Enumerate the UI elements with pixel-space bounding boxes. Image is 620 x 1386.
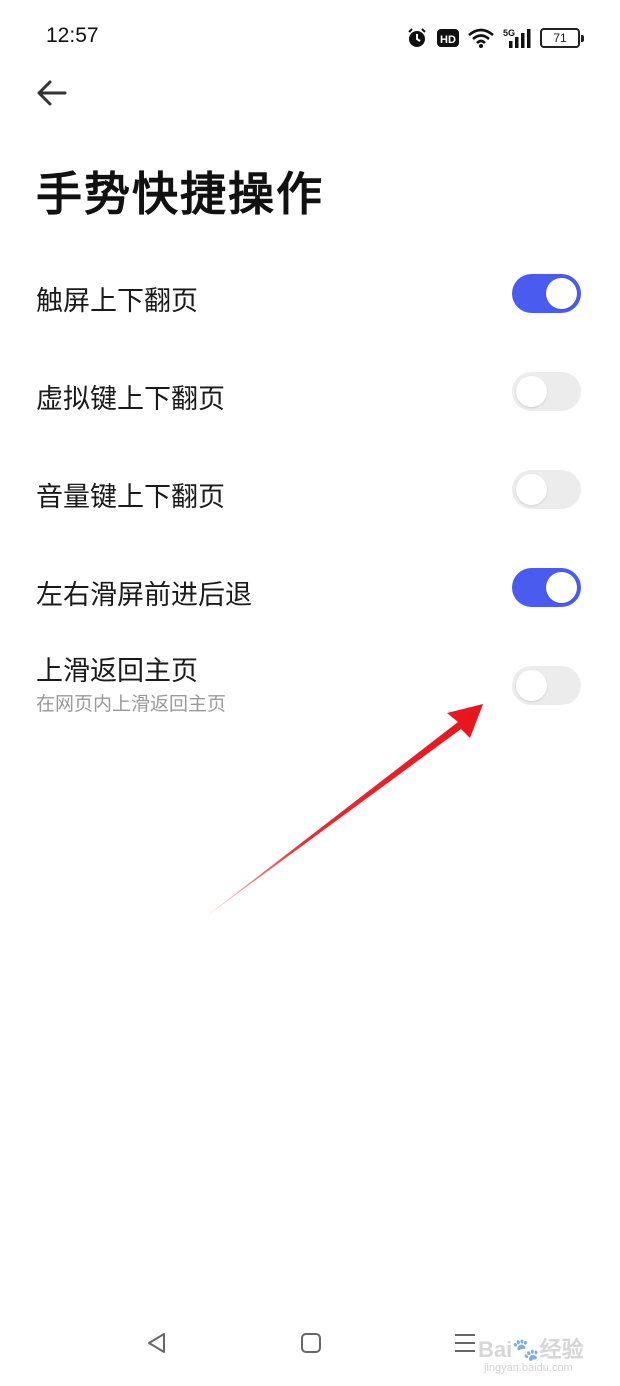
hd-badge-text: HD xyxy=(440,34,456,46)
setting-label: 虚拟键上下翻页 xyxy=(36,384,225,415)
battery-level: 71 xyxy=(553,31,567,45)
status-icons: HD 5G 71 xyxy=(406,25,584,51)
toggle-switch[interactable] xyxy=(512,568,581,607)
toggle-switch[interactable] xyxy=(512,372,581,411)
setting-row-swipe-forward-back[interactable]: 左右滑屏前进后退 xyxy=(0,539,620,637)
setting-label: 音量键上下翻页 xyxy=(36,482,225,513)
status-time: 12:57 xyxy=(46,24,99,47)
watermark-url: jingyan.baidu.com xyxy=(484,1362,573,1374)
toggle-knob xyxy=(546,572,577,603)
back-triangle-icon xyxy=(146,1332,168,1358)
setting-row-volume-key-page-turn[interactable]: 音量键上下翻页 xyxy=(0,441,620,539)
baidu-watermark: Bai🐾经验 xyxy=(478,1332,584,1364)
nav-home-button[interactable] xyxy=(296,1330,326,1360)
toggle-switch[interactable] xyxy=(512,666,581,705)
settings-list: 触屏上下翻页 虚拟键上下翻页 音量键上下翻页 左右滑屏前进后退 上滑返回主页 在… xyxy=(0,245,620,735)
setting-row-touch-page-turn[interactable]: 触屏上下翻页 xyxy=(0,245,620,343)
watermark-brand: Bai xyxy=(478,1337,513,1362)
setting-sublabel: 在网页内上滑返回主页 xyxy=(36,693,227,715)
watermark-brand-cn: 经验 xyxy=(539,1337,584,1362)
back-button[interactable] xyxy=(28,72,74,118)
home-square-icon xyxy=(300,1332,322,1358)
signal-icon: 5G xyxy=(503,27,531,49)
toggle-knob xyxy=(546,278,577,309)
toggle-switch[interactable] xyxy=(512,274,581,313)
battery-icon: 71 xyxy=(540,28,584,48)
hd-icon: HD xyxy=(437,28,459,48)
arrow-left-icon xyxy=(35,79,67,111)
toggle-knob xyxy=(516,376,547,407)
setting-row-swipe-up-home[interactable]: 上滑返回主页 在网页内上滑返回主页 xyxy=(0,637,620,735)
paw-icon: 🐾 xyxy=(512,1337,540,1362)
setting-label: 上滑返回主页 xyxy=(36,656,198,687)
alarm-icon xyxy=(406,27,428,49)
network-type-text: 5G xyxy=(503,28,515,38)
setting-label: 左右滑屏前进后退 xyxy=(36,580,252,611)
toggle-switch[interactable] xyxy=(512,470,581,509)
wifi-icon xyxy=(468,28,494,48)
setting-row-virtual-key-page-turn[interactable]: 虚拟键上下翻页 xyxy=(0,343,620,441)
menu-icon xyxy=(453,1332,477,1358)
status-bar: 12:57 HD 5G 71 xyxy=(0,0,620,76)
toggle-knob xyxy=(516,670,547,701)
nav-menu-button[interactable] xyxy=(450,1330,480,1360)
toggle-knob xyxy=(516,474,547,505)
nav-back-button[interactable] xyxy=(142,1330,172,1360)
page-title: 手势快捷操作 xyxy=(36,167,324,221)
setting-label: 触屏上下翻页 xyxy=(36,286,198,317)
